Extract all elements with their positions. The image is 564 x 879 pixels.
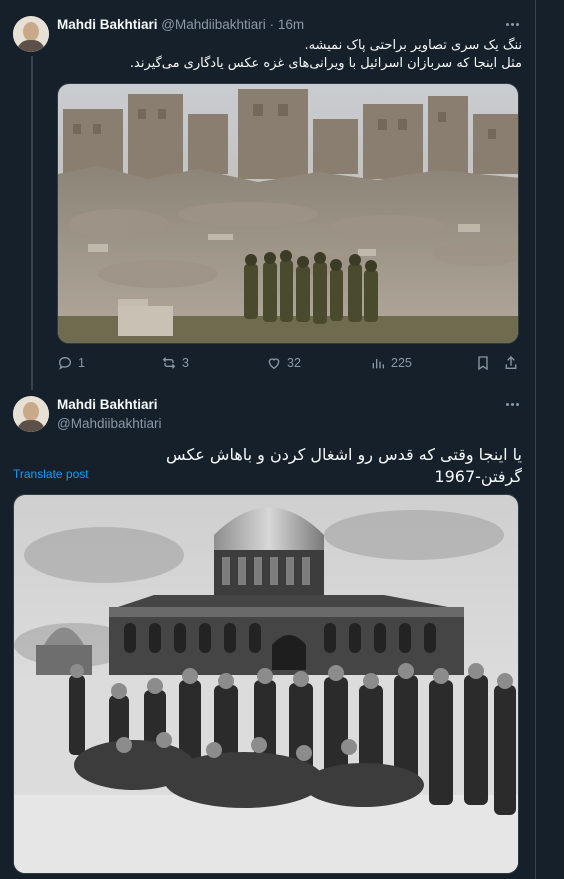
like-button[interactable]: 32: [266, 355, 301, 371]
view-count: 225: [391, 356, 412, 370]
reply-count: 1: [78, 356, 85, 370]
timestamp[interactable]: 16m: [278, 17, 304, 32]
reply-button[interactable]: 1: [57, 355, 85, 371]
more-options-icon[interactable]: [502, 394, 522, 414]
share-button[interactable]: [503, 355, 524, 371]
thread-connector-line: [31, 56, 33, 390]
share-icon: [505, 356, 517, 369]
black-and-white-photo-soldiers-in-front-of-dome: [14, 495, 518, 873]
tweet-text: ننگ یک سری تصاویر براحتی پاک نمیشه. مثل …: [57, 37, 522, 73]
column-divider: [535, 0, 536, 879]
like-count: 32: [287, 356, 301, 370]
translate-post-link[interactable]: Translate post: [13, 467, 89, 481]
tweet-text-line-1: ننگ یک سری تصاویر براحتی پاک نمیشه.: [304, 38, 522, 53]
bookmark-icon: [478, 356, 488, 371]
heart-icon: [268, 358, 280, 370]
author-name[interactable]: Mahdi Bakhtiari: [57, 17, 158, 32]
photo-of-soldiers-posing-in-rubble: [58, 84, 518, 343]
tweet-photo[interactable]: [13, 494, 519, 874]
author-handle[interactable]: @Mahdiibakhtiari: [57, 416, 162, 431]
views-button[interactable]: 225: [370, 355, 412, 371]
separator: ·: [269, 17, 275, 32]
analytics-icon: [372, 359, 384, 369]
avatar[interactable]: [13, 396, 49, 432]
reply-icon: [58, 356, 72, 370]
tweet-header: Mahdi Bakhtiari @Mahdiibakhtiari · 16m: [57, 17, 304, 32]
repost-count: 3: [182, 356, 189, 370]
avatar[interactable]: [13, 16, 49, 52]
tweet-photo[interactable]: [57, 83, 519, 344]
repost-icon: [162, 357, 176, 369]
repost-button[interactable]: 3: [161, 355, 189, 371]
more-options-icon[interactable]: [502, 14, 522, 34]
author-name[interactable]: Mahdi Bakhtiari: [57, 397, 158, 412]
tweet-actions: 1 3 32 225: [57, 355, 522, 375]
bookmark-button[interactable]: [475, 355, 496, 371]
tweet-text: یا اینجا وقتی که قدس رو اشغال کردن و باه…: [166, 445, 522, 486]
tweet-text-line-2: مثل اینجا که سربازان اسرائیل با ویرانی‌ه…: [129, 56, 522, 71]
author-handle[interactable]: @Mahdiibakhtiari: [161, 17, 266, 32]
